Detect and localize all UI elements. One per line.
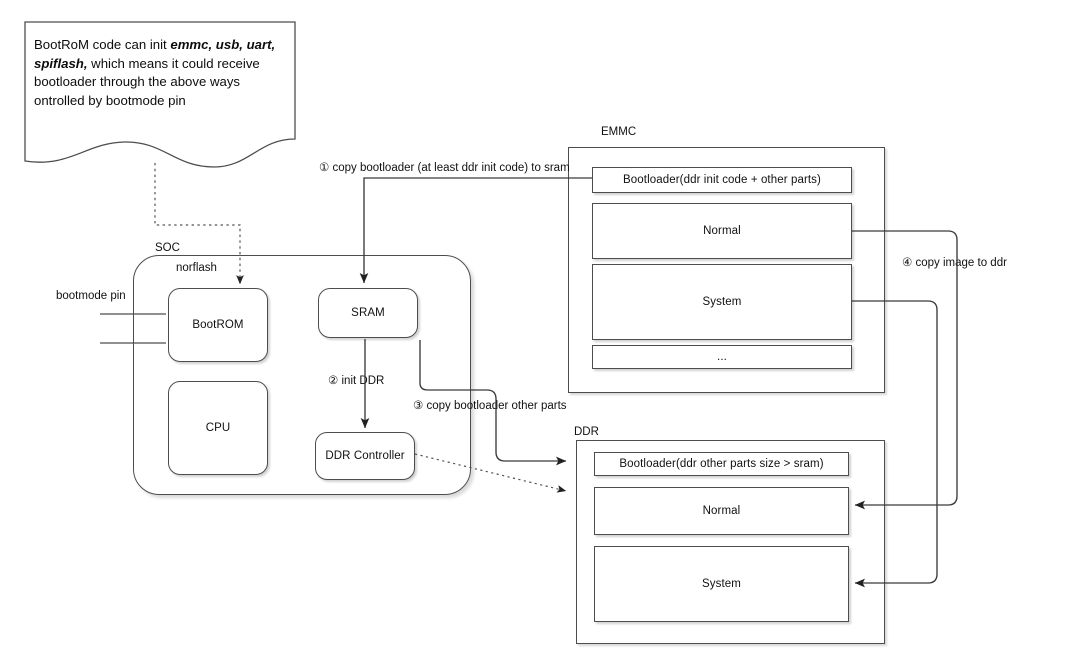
emmc-partition-normal[interactable]: Normal bbox=[592, 203, 852, 259]
emmc-partition-ellipsis[interactable]: ... bbox=[592, 345, 852, 369]
bootrom-note-text: BootRoM code can init emmc, usb, uart, s… bbox=[34, 36, 286, 111]
ddr-partition-bootloader[interactable]: Bootloader(ddr other parts size > sram) bbox=[594, 452, 849, 476]
step-2-label: ② init DDR bbox=[328, 375, 385, 387]
block-ddr-controller[interactable]: DDR Controller bbox=[315, 432, 415, 480]
bootrom-note: BootRoM code can init emmc, usb, uart, s… bbox=[24, 21, 296, 169]
ddr-label: DDR bbox=[574, 426, 599, 438]
ddr-partition-bootloader-label: Bootloader(ddr other parts size > sram) bbox=[619, 457, 824, 470]
step-1-label: ① copy bootloader (at least ddr init cod… bbox=[319, 162, 570, 174]
ddr-partition-system-label: System bbox=[702, 577, 741, 590]
emmc-partition-system-label: System bbox=[702, 295, 742, 308]
ddr-partition-normal[interactable]: Normal bbox=[594, 487, 849, 535]
bootmode-pin-label: bootmode pin bbox=[56, 290, 126, 302]
block-ddr-controller-label: DDR Controller bbox=[325, 449, 405, 462]
emmc-partition-ellipsis-label: ... bbox=[717, 350, 727, 363]
ddr-partition-system[interactable]: System bbox=[594, 546, 849, 622]
block-sram[interactable]: SRAM bbox=[318, 288, 418, 338]
step-3-label: ③ copy bootloader other parts bbox=[413, 400, 567, 412]
emmc-partition-normal-label: Normal bbox=[703, 224, 741, 237]
emmc-label: EMMC bbox=[601, 126, 637, 138]
block-sram-label: SRAM bbox=[351, 306, 385, 319]
block-cpu-label: CPU bbox=[205, 421, 231, 434]
emmc-partition-system[interactable]: System bbox=[592, 264, 852, 340]
step-4-label: ④ copy image to ddr bbox=[902, 257, 1007, 269]
soc-label: SOC bbox=[155, 242, 180, 254]
emmc-partition-bootloader[interactable]: Bootloader(ddr init code + other parts) bbox=[592, 167, 852, 193]
ddr-partition-normal-label: Normal bbox=[702, 504, 741, 517]
block-cpu[interactable]: CPU bbox=[168, 381, 268, 475]
emmc-partition-bootloader-label: Bootloader(ddr init code + other parts) bbox=[623, 173, 821, 186]
norflash-label: norflash bbox=[176, 262, 217, 274]
diagram-canvas: BootRoM code can init emmc, usb, uart, s… bbox=[0, 0, 1080, 668]
block-bootrom[interactable]: BootROM bbox=[168, 288, 268, 362]
block-bootrom-label: BootROM bbox=[192, 318, 244, 331]
note-part-1: BootRoM code can init bbox=[34, 37, 171, 52]
